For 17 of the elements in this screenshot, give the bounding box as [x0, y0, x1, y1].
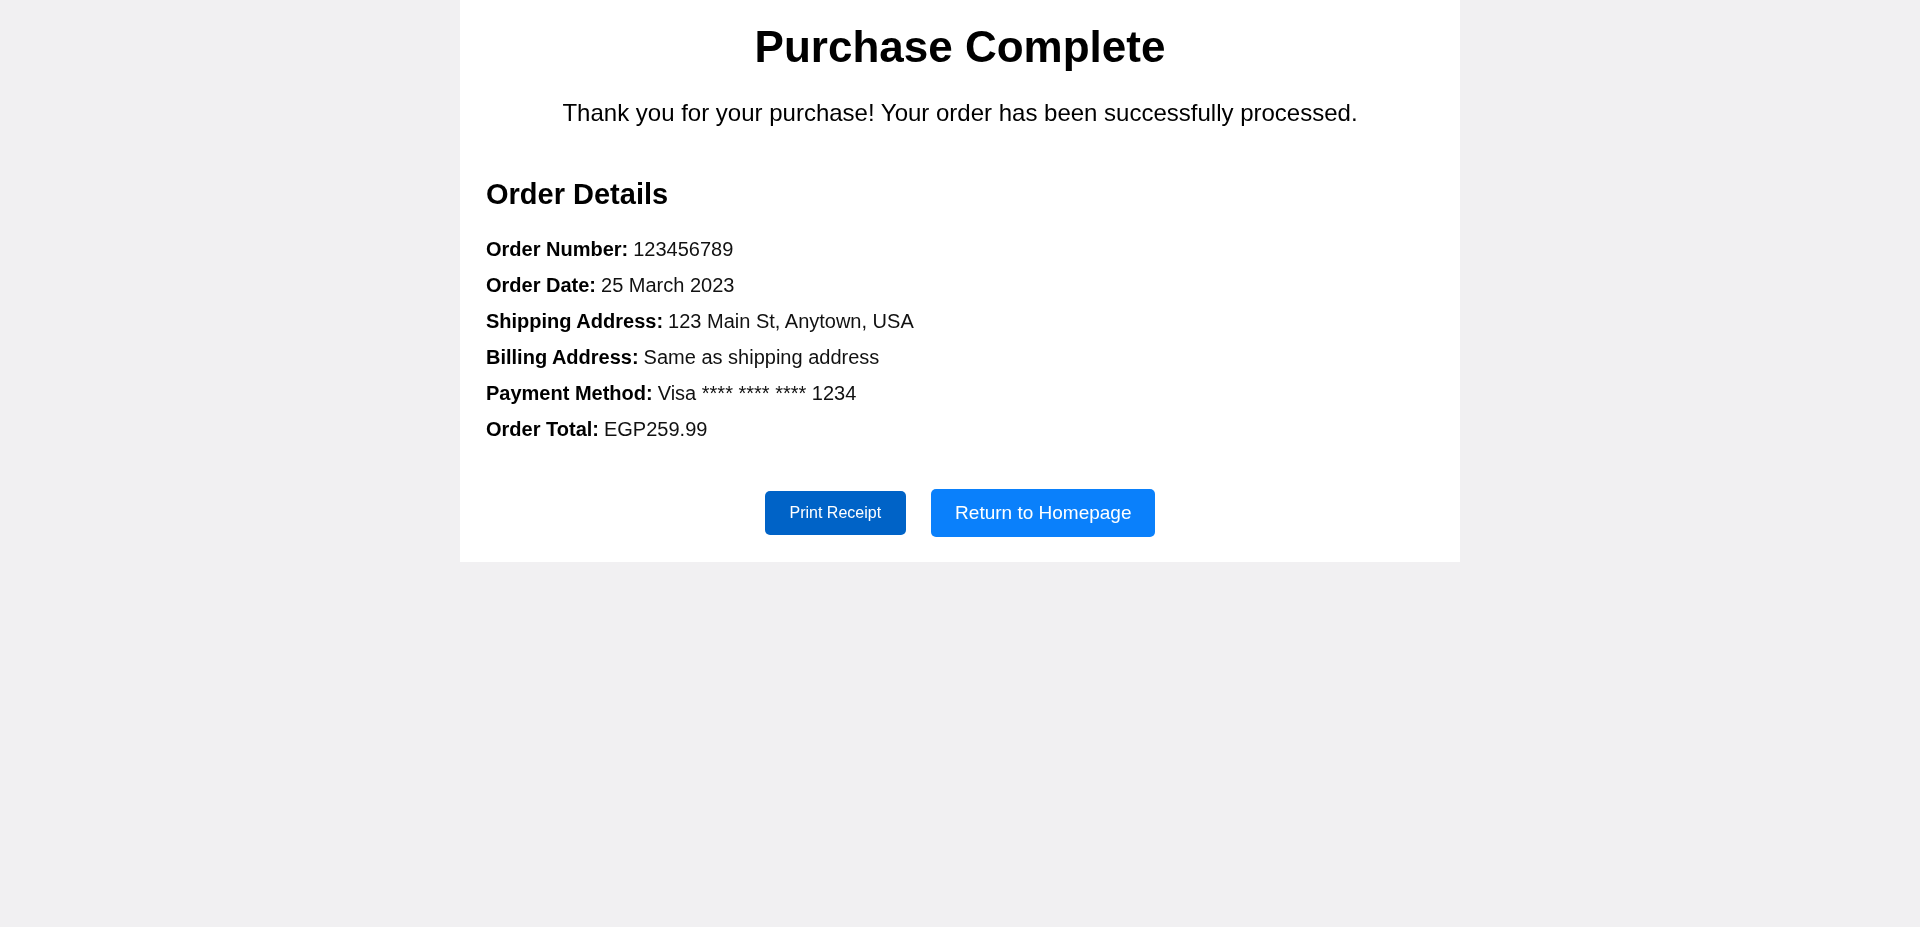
detail-label: Payment Method:	[486, 380, 653, 406]
detail-value: Same as shipping address	[643, 344, 880, 370]
detail-value: 123 Main St, Anytown, USA	[668, 308, 914, 334]
detail-label: Order Number:	[486, 236, 629, 262]
page-title: Purchase Complete	[754, 22, 1166, 73]
detail-value: 25 March 2023	[601, 272, 735, 298]
print-button[interactable]: Print Receipt	[764, 490, 907, 535]
detail-label: Order Total:	[486, 416, 599, 442]
detail-label: Shipping Address:	[486, 308, 664, 334]
detail-value: EGP259.99	[603, 416, 708, 442]
section-heading: Order Details	[486, 178, 669, 212]
detail-value: 123456789	[633, 236, 734, 262]
detail-value: Visa **** **** **** 1234	[657, 380, 857, 406]
confirmation-message: Thank you for your purchase! Your order has been successfully processed.	[562, 98, 1358, 127]
detail-label: Billing Address:	[486, 344, 639, 370]
homepage-button[interactable]: Return to Homepage	[931, 488, 1156, 537]
detail-label: Order Date:	[486, 272, 597, 298]
